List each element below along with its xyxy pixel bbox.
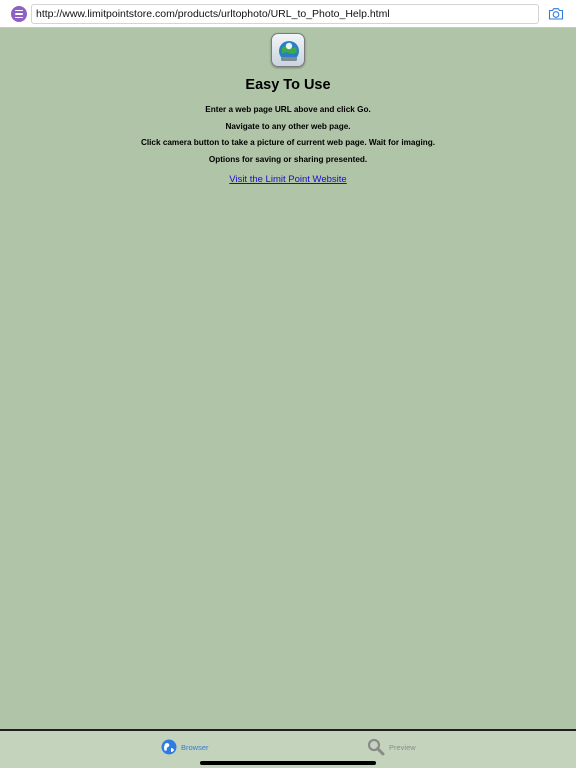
tab-browser[interactable]: Browser <box>161 737 209 757</box>
tab-preview-label: Preview <box>389 742 416 752</box>
page-title: Easy To Use <box>245 77 331 93</box>
magnifier-icon <box>367 738 385 756</box>
help-line: Options for saving or sharing presented. <box>208 155 368 164</box>
home-indicator[interactable] <box>200 761 376 765</box>
tab-preview[interactable]: Preview <box>367 737 416 757</box>
help-line: Enter a web page URL above and click Go. <box>205 105 371 114</box>
globe-icon <box>161 739 177 755</box>
camera-icon[interactable] <box>548 6 564 22</box>
address-bar: http://www.limitpointstore.com/products/… <box>0 0 576 28</box>
help-line: Click camera button to take a picture of… <box>140 138 436 147</box>
url-input[interactable]: http://www.limitpointstore.com/products/… <box>31 4 539 24</box>
tab-bar: Browser Preview <box>0 729 576 768</box>
app-logo-icon <box>271 33 305 67</box>
help-page: Easy To Use Enter a web page URL above a… <box>0 29 576 729</box>
tab-browser-label: Browser <box>181 742 209 752</box>
website-link-row: Visit the Limit Point Website <box>0 174 576 185</box>
help-line: Navigate to any other web page. <box>225 122 351 131</box>
limit-point-website-link[interactable]: Visit the Limit Point Website <box>229 174 346 185</box>
menu-icon[interactable] <box>11 6 27 22</box>
